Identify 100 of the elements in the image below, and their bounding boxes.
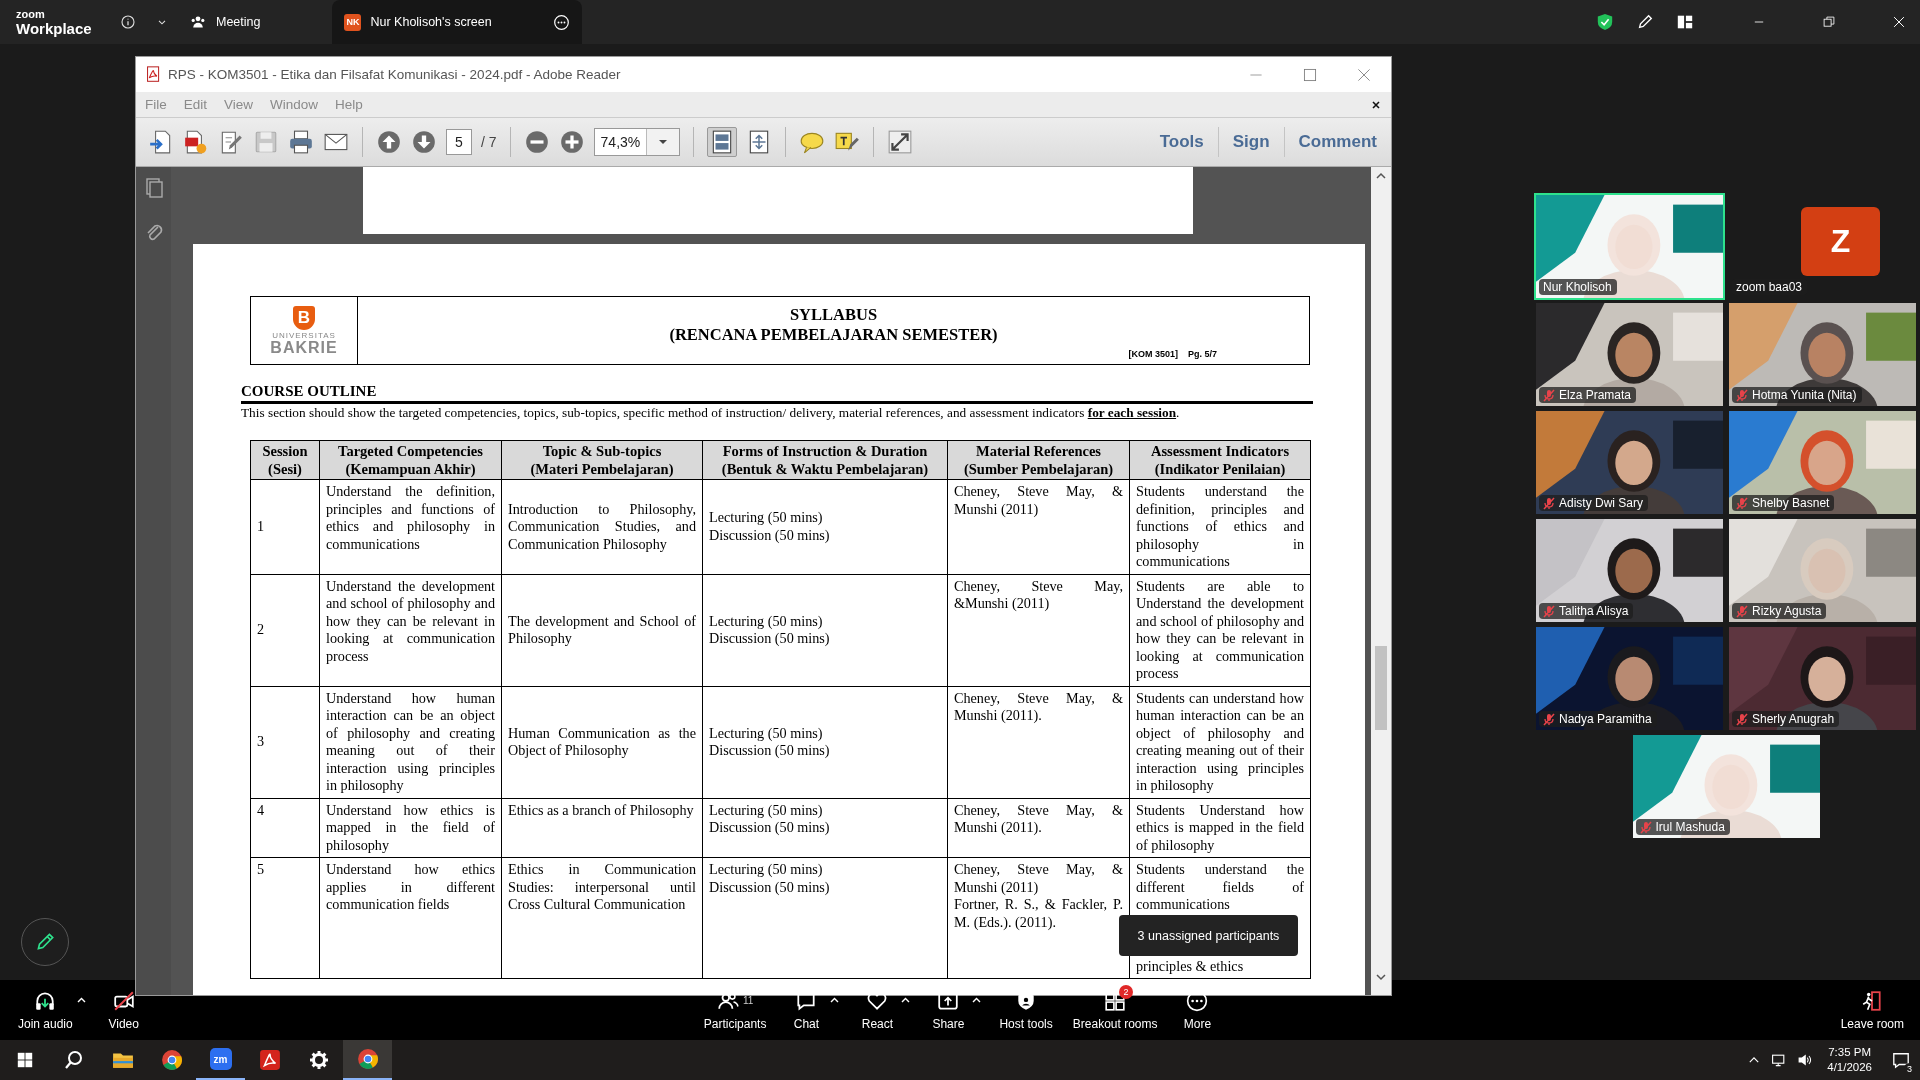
info-icon[interactable]	[120, 14, 136, 30]
table-cell: Lecturing (50 mins) Discussion (50 mins)	[702, 574, 948, 686]
browser-icon	[160, 1049, 183, 1071]
people-icon	[190, 14, 206, 30]
pages-icon[interactable]	[143, 177, 164, 199]
table-cell: 1	[250, 479, 320, 574]
table-cell: 3	[250, 686, 320, 798]
breakout-button[interactable]: 2 Breakout rooms	[1062, 980, 1168, 1040]
participant-name: Shelby Basnet	[1752, 496, 1830, 510]
leave-button[interactable]: Leave room	[1830, 980, 1914, 1040]
participant-name: Sherly Anugrah	[1752, 712, 1835, 726]
video-button[interactable]: Video	[93, 980, 154, 1040]
zoom-level-dropdown[interactable]: 74,3%	[593, 128, 681, 156]
table-cell: Cheney, Steve May, &Munshi (2011)	[947, 574, 1130, 686]
table-cell: Lecturing (50 mins) Discussion (50 mins)	[702, 798, 948, 858]
host-button[interactable]: Host tools	[989, 980, 1063, 1040]
table-cell: Cheney, Steve May, & Munshi (2011).	[947, 686, 1130, 798]
table-cell: Cheney, Steve May, & Munshi (2011).	[947, 798, 1130, 858]
pdf-file-icon	[145, 66, 162, 83]
table-cell: Understand the development and school of philosophy and how they can be relevant in looking at communication process	[319, 574, 502, 686]
gear-icon	[308, 1050, 329, 1070]
avatar: Z	[1801, 207, 1880, 276]
caret-icon[interactable]	[901, 997, 911, 1003]
chat-button[interactable]: Chat	[776, 980, 837, 1040]
pane-tab[interactable]: Sign	[1217, 127, 1284, 157]
participant-name: Nadya Paramitha	[1559, 712, 1652, 726]
table-cell: Students are able to Understand the development and school of philosophy and how they can be relevant in looking at communication process	[1129, 574, 1311, 686]
document-title: SYLLABUS	[789, 305, 878, 325]
table-cell: Understand how ethics applies in different communication fields	[319, 857, 502, 979]
table-cell: Students can understand how human interaction can be an object of philosophy and creating meaning out of their interaction using principles in philosophy	[1129, 686, 1311, 798]
caret-icon[interactable]	[830, 997, 840, 1003]
window-title: RPS - KOM3501 - Etika dan Filsafat Komunikasi - 2024.pdf - Adobe Reader	[168, 67, 621, 82]
course-code: [KOM 3501]	[1128, 349, 1178, 359]
scrollbar[interactable]	[1371, 167, 1391, 995]
table-cell: Lecturing (50 mins) Discussion (50 mins)	[702, 479, 948, 574]
participant-name: Rizky Agusta	[1752, 604, 1822, 618]
table-cell: The development and School of Philosophy	[501, 574, 703, 686]
page-reference: Pg. 5/7	[1188, 349, 1217, 359]
table-cell: Cheney, Steve May, & Munshi (2011)	[947, 479, 1130, 574]
participant-name: zoom baa03	[1736, 280, 1803, 294]
shared-screen-tab[interactable]: NK Nur Kholisoh's screen	[332, 0, 583, 44]
column-header: Forms of Instruction & Duration (Bentuk & Waktu Pembelajaran)	[702, 440, 948, 480]
shield-check-icon[interactable]	[1596, 13, 1614, 31]
app-logo: zoom Workplace	[15, 8, 93, 36]
caret-icon[interactable]	[972, 997, 982, 1003]
more-button[interactable]: More	[1167, 980, 1228, 1040]
taskbar-button[interactable]: zm	[196, 1040, 245, 1080]
zoom-in-icon[interactable]	[558, 129, 585, 155]
react-button[interactable]: React	[847, 980, 908, 1040]
scroll-thumb[interactable]	[1375, 646, 1387, 730]
table-cell: Students Understand how ethics is mapped in the field of philosophy	[1129, 798, 1311, 858]
maximize-icon[interactable]	[1303, 67, 1317, 82]
caret-icon[interactable]	[76, 997, 86, 1003]
participant-name: Irul Mashuda	[1655, 820, 1725, 834]
restore-icon[interactable]	[1822, 15, 1836, 29]
pane-tab[interactable]: Tools	[1145, 127, 1218, 157]
page-number-field[interactable]: 5	[446, 129, 472, 155]
zoom-app-icon: zm	[209, 1048, 232, 1070]
table-cell: 5	[250, 857, 320, 979]
participant-name: Talitha Alisya	[1559, 604, 1629, 618]
avatar: NK	[344, 13, 362, 31]
table-cell: Students understand the definition, principles and functions of ethics and philosophy in communications	[1129, 479, 1311, 574]
zoom-out-icon[interactable]	[523, 129, 550, 155]
column-header: Material References (Sumber Pembelajaran)	[947, 440, 1130, 480]
volume-icon[interactable]	[1797, 1052, 1814, 1068]
pdf-app-icon	[258, 1049, 281, 1071]
pane-tab[interactable]: Comment	[1283, 127, 1391, 157]
taskbar-button[interactable]	[343, 1040, 392, 1080]
close-icon[interactable]	[1370, 98, 1382, 111]
page-count: / 7	[481, 134, 497, 150]
tooltip: 3 unassigned participants	[1119, 915, 1298, 956]
exit-door-icon	[1861, 989, 1884, 1012]
table-cell: Introduction to Philosophy, Communication Studies, and Communication Philosophy	[501, 479, 703, 574]
fit-page-button[interactable]	[707, 127, 738, 157]
audio-button[interactable]: Join audio	[8, 980, 83, 1040]
column-header: Assessment Indicators (Indikator Penilaian)	[1129, 440, 1311, 480]
table-cell: 4	[250, 798, 320, 858]
participant-name: Elza Pramata	[1559, 388, 1632, 402]
participants-button[interactable]: 11 Participants	[693, 980, 777, 1040]
scroll-down-icon[interactable]	[1375, 971, 1387, 983]
participant-name: Hotma Yunita (Nita)	[1752, 388, 1857, 402]
table-cell: Understand the definition, principles and functions of ethics and philosophy in communications	[319, 479, 502, 574]
column-header: Topic & Sub-topics (Materi Pembelajaran)	[501, 440, 703, 480]
expand-icon[interactable]	[887, 129, 914, 155]
participant-name: Nur Kholisoh	[1543, 280, 1612, 294]
table-cell: Lecturing (50 mins) Discussion (50 mins)	[702, 686, 948, 798]
pdf-convert-icon[interactable]	[183, 129, 209, 155]
table-cell: Lecturing (50 mins) Discussion (50 mins)	[702, 857, 948, 979]
column-header: Targeted Competencies (Kemampuan Akhir)	[319, 440, 502, 480]
meeting-label[interactable]: Meeting	[216, 15, 261, 29]
print-icon[interactable]	[288, 129, 314, 155]
clock[interactable]: 7:35 PM 4/1/2026	[1827, 1045, 1872, 1075]
table-cell: Ethics in Communication Studies: interpersonal until Cross Cultural Communication	[501, 857, 703, 979]
document-subtitle: (RENCANA PEMBELAJARAN SEMESTER)	[669, 325, 998, 345]
pencil-icon[interactable]	[1636, 13, 1654, 31]
layout-icon[interactable]	[1676, 13, 1694, 31]
table-cell: Ethics as a branch of Philosophy	[501, 798, 703, 858]
more-icon[interactable]	[553, 13, 571, 31]
share-button[interactable]: Share	[918, 980, 979, 1040]
section-description: This section should show the targeted competencies, topics, sub-topics, specific method of instruction/ delivery, material references, and assessment indicators for each session.	[241, 404, 1181, 422]
